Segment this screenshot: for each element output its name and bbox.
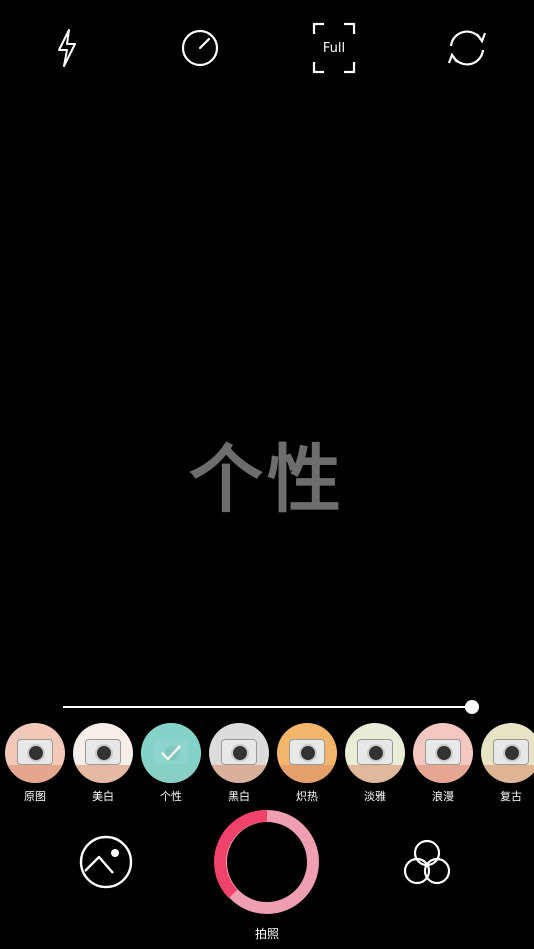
filter-label: 复古 xyxy=(500,790,522,803)
selected-check-icon xyxy=(141,723,201,783)
filter-thumbnail xyxy=(5,723,65,783)
filter-label: 个性 xyxy=(160,790,182,803)
filter-label: 炽热 xyxy=(296,790,318,803)
current-filter-name: 个性 xyxy=(189,437,345,523)
filter-item[interactable]: 淡雅 xyxy=(344,723,406,803)
filter-label: 浪漫 xyxy=(432,790,454,803)
timer-icon xyxy=(181,29,219,67)
shutter-label: 拍照 xyxy=(254,927,279,941)
gallery-icon xyxy=(79,835,133,889)
gallery-button[interactable] xyxy=(78,834,134,890)
filter-item[interactable]: 美白 xyxy=(72,723,134,803)
filter-thumbnail xyxy=(413,723,473,783)
filter-item[interactable]: 炽热 xyxy=(276,723,338,803)
filter-thumbnail xyxy=(73,723,133,783)
filter-label: 美白 xyxy=(92,790,114,803)
filter-item[interactable]: 原图 xyxy=(4,723,66,803)
filter-thumbnail xyxy=(345,723,405,783)
filter-carousel[interactable]: 原图 美白 个性 黑白 炽热 淡雅 浪漫 复古 xyxy=(0,723,534,803)
filter-item[interactable]: 复古 xyxy=(480,723,534,803)
filter-thumbnail xyxy=(209,723,269,783)
flash-icon xyxy=(58,29,76,67)
effects-icon xyxy=(403,839,451,885)
filter-item[interactable]: 个性 xyxy=(140,723,202,803)
filter-label: 黑白 xyxy=(228,790,250,803)
switch-camera-icon xyxy=(447,30,487,66)
filter-intensity-slider-track[interactable] xyxy=(63,706,472,708)
shutter-button[interactable] xyxy=(213,808,321,916)
filter-label: 原图 xyxy=(24,790,46,803)
filter-item[interactable]: 黑白 xyxy=(208,723,270,803)
filter-thumbnail xyxy=(277,723,337,783)
filter-thumbnail xyxy=(141,723,201,783)
flash-button[interactable] xyxy=(41,22,93,74)
filter-item[interactable]: 浪漫 xyxy=(412,723,474,803)
aspect-ratio-button[interactable]: Full xyxy=(308,22,360,74)
shutter-ring-icon xyxy=(214,809,319,914)
aspect-ratio-label: Full xyxy=(322,40,346,56)
filter-label: 淡雅 xyxy=(364,790,386,803)
effects-button[interactable] xyxy=(399,834,455,890)
filter-thumbnail xyxy=(481,723,534,783)
filter-intensity-slider-handle[interactable] xyxy=(465,700,479,714)
timer-button[interactable] xyxy=(174,22,226,74)
switch-camera-button[interactable] xyxy=(441,22,493,74)
